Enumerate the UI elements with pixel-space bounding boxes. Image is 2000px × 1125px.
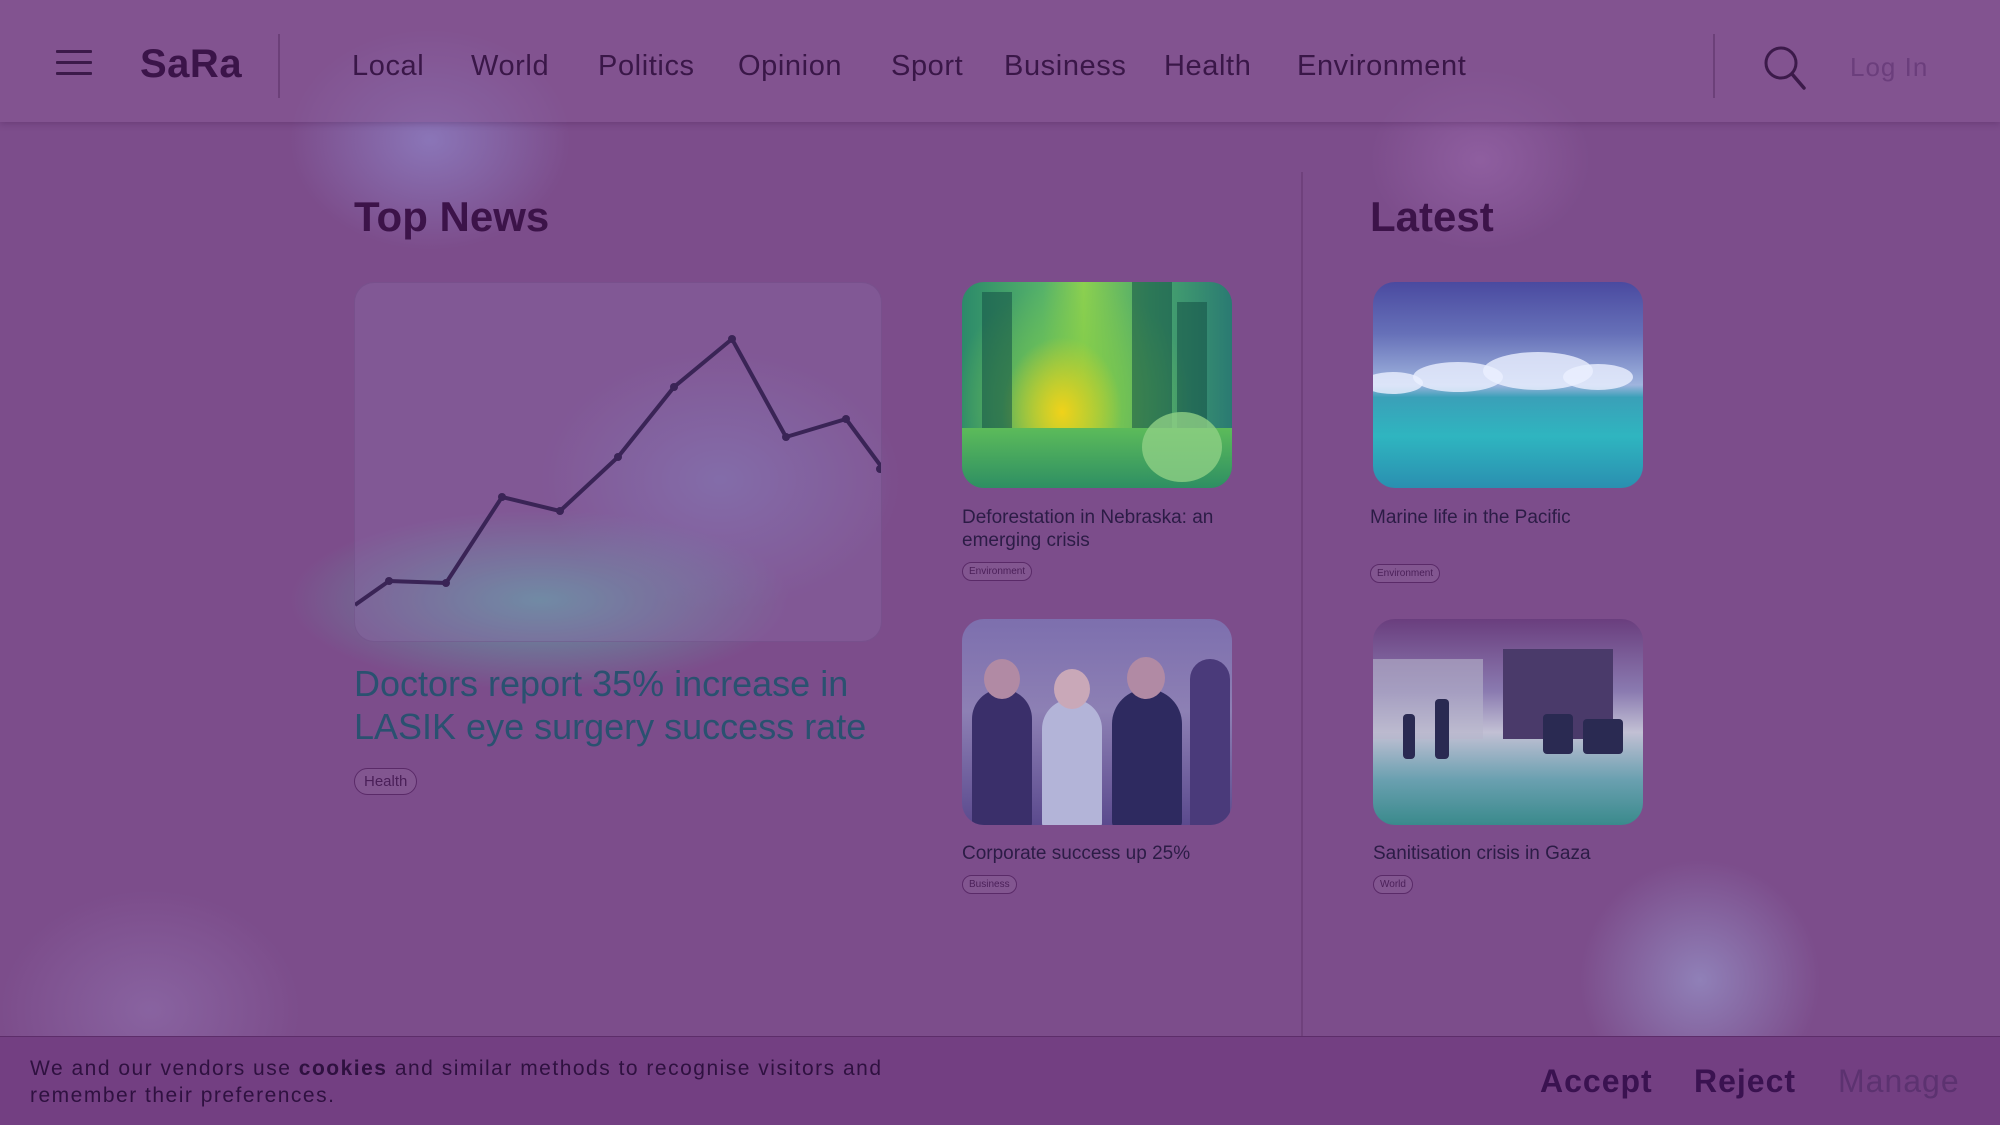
top-story-image[interactable] xyxy=(354,282,882,642)
top-story-headline[interactable]: Doctors report 35% increase in LASIK eye… xyxy=(354,662,914,748)
site-logo[interactable]: SaRa xyxy=(140,42,242,87)
nav-business[interactable]: Business xyxy=(1004,50,1126,83)
card-tag-business[interactable]: Business xyxy=(962,875,1017,894)
nav-sport[interactable]: Sport xyxy=(891,50,963,83)
card-tag-environment[interactable]: Environment xyxy=(962,562,1033,581)
cookie-message: We and our vendors use cookies and simil… xyxy=(30,1055,990,1109)
latest-heading: Latest xyxy=(1370,193,1494,240)
nav-opinion[interactable]: Opinion xyxy=(738,50,842,83)
card-tag-world[interactable]: World xyxy=(1373,875,1413,894)
accept-button[interactable]: Accept xyxy=(1540,1063,1653,1100)
card-tag-environment[interactable]: Environment xyxy=(1370,564,1441,583)
manage-button[interactable]: Manage xyxy=(1838,1063,1960,1100)
site-header: SaRa Local World Politics Opinion Sport … xyxy=(0,0,2000,122)
forest-image[interactable] xyxy=(962,282,1232,488)
nav-health[interactable]: Health xyxy=(1164,50,1251,83)
login-link[interactable]: Log In xyxy=(1850,52,1928,83)
reject-button[interactable]: Reject xyxy=(1694,1063,1796,1100)
nav-environment[interactable]: Environment xyxy=(1297,50,1466,83)
nav-world[interactable]: World xyxy=(471,50,549,83)
flooded-street-image[interactable] xyxy=(1373,619,1643,825)
card-title-gaza[interactable]: Sanitisation crisis in Gaza xyxy=(1373,842,1663,865)
top-story-tag[interactable]: Health xyxy=(354,768,418,795)
page: SaRa Local World Politics Opinion Sport … xyxy=(0,0,2000,1125)
hamburger-menu-icon[interactable] xyxy=(56,50,92,76)
nav-local[interactable]: Local xyxy=(352,50,424,83)
cookie-text-before: We and our vendors use xyxy=(30,1057,299,1080)
search-icon[interactable] xyxy=(1762,44,1808,90)
line-graph-illustration xyxy=(355,335,881,607)
nav-politics[interactable]: Politics xyxy=(598,50,695,83)
ocean-image[interactable] xyxy=(1373,282,1643,488)
column-divider xyxy=(1301,172,1303,1037)
celebrating-team-image[interactable] xyxy=(962,619,1232,825)
cookie-link[interactable]: cookies xyxy=(299,1057,388,1080)
card-title-corporate[interactable]: Corporate success up 25% xyxy=(962,842,1252,865)
top-news-heading: Top News xyxy=(354,193,550,240)
card-title-marine[interactable]: Marine life in the Pacific xyxy=(1370,506,1660,529)
card-title-deforestation[interactable]: Deforestation in Nebraska: an emerging c… xyxy=(962,506,1252,552)
cookie-banner: We and our vendors use cookies and simil… xyxy=(0,1036,2000,1125)
header-divider xyxy=(278,34,280,98)
header-divider xyxy=(1713,34,1715,98)
